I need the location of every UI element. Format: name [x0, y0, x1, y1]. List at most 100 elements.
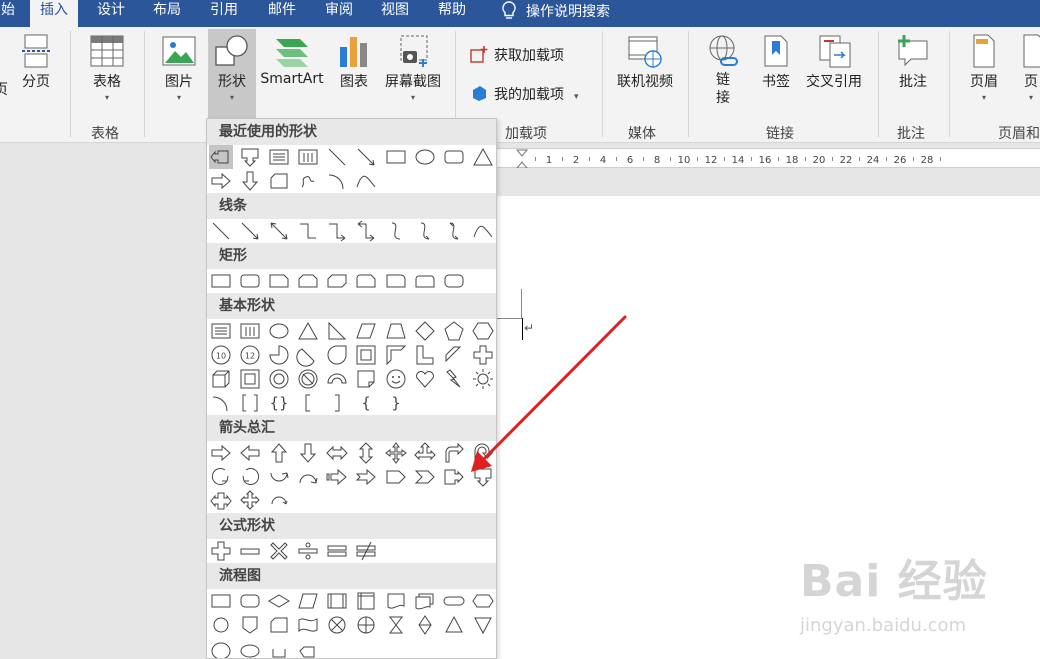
arrow-left-right-up-icon[interactable]: [413, 441, 437, 465]
arrow-curved-right-icon[interactable]: [209, 465, 233, 489]
math-equal-icon[interactable]: [325, 539, 349, 563]
snip-same-side-icon[interactable]: [296, 269, 320, 293]
flow-decision-icon[interactable]: [267, 589, 291, 613]
snip-diagonal-icon[interactable]: [325, 269, 349, 293]
chevron-icon[interactable]: [413, 465, 437, 489]
lightning-icon[interactable]: [442, 367, 466, 391]
tab-insert[interactable]: 插入: [30, 0, 78, 27]
flow-card-icon[interactable]: [267, 613, 291, 637]
left-bracket-icon[interactable]: [296, 391, 320, 415]
tab-layout[interactable]: 布局: [143, 0, 191, 27]
tab-view[interactable]: 视图: [371, 0, 419, 27]
flow-process-icon[interactable]: [209, 589, 233, 613]
page-break-button[interactable]: 分页: [18, 33, 54, 91]
snip-single-corner-icon[interactable]: [267, 269, 291, 293]
screenshot-button[interactable]: 屏幕截图 ▾: [381, 33, 445, 102]
page-button[interactable]: 页: [0, 77, 8, 99]
shape-left-arrow-callout-icon[interactable]: [209, 145, 233, 169]
math-divide-icon[interactable]: [296, 539, 320, 563]
comment-button[interactable]: 批注: [893, 33, 933, 91]
tab-home[interactable]: 始: [0, 0, 25, 27]
pentagon-icon[interactable]: [442, 319, 466, 343]
l-shape-icon[interactable]: [413, 343, 437, 367]
basic-triangle-icon[interactable]: [296, 319, 320, 343]
flow-document-icon[interactable]: [384, 589, 408, 613]
arrow-callout-right-icon[interactable]: [442, 465, 466, 489]
round-diagonal-icon[interactable]: [442, 269, 466, 293]
shape-rounded-rect-icon[interactable]: [442, 145, 466, 169]
dodecagon-icon[interactable]: 12: [238, 343, 262, 367]
curved-connector-icon[interactable]: [384, 219, 408, 243]
shape-line-icon[interactable]: [325, 145, 349, 169]
picture-button[interactable]: 图片 ▾: [158, 33, 200, 102]
arrow-callout-left-right-icon[interactable]: [209, 489, 233, 513]
chart-button[interactable]: 图表: [336, 33, 372, 91]
math-plus-icon[interactable]: [209, 539, 233, 563]
diamond-icon[interactable]: [413, 319, 437, 343]
shape-freeform-icon[interactable]: [296, 169, 320, 193]
flow-data-icon[interactable]: [296, 589, 320, 613]
cross-reference-button[interactable]: 交叉引用: [802, 33, 866, 91]
shape-rectangle-icon[interactable]: [384, 145, 408, 169]
plus-icon[interactable]: [471, 343, 495, 367]
arrow-callout-quad-icon[interactable]: [238, 489, 262, 513]
header-button[interactable]: 页眉 ▾: [963, 33, 1005, 102]
shape-vertical-textbox-icon[interactable]: [296, 145, 320, 169]
flow-predefined-icon[interactable]: [325, 589, 349, 613]
line-double-arrow-icon[interactable]: [267, 219, 291, 243]
pentagon-arrow-icon[interactable]: [384, 465, 408, 489]
rounded-rectangle-icon[interactable]: [238, 269, 262, 293]
basic-vertical-textbox-icon[interactable]: [238, 319, 262, 343]
ruler-indent-marker[interactable]: [515, 149, 529, 169]
double-bracket-icon[interactable]: [238, 391, 262, 415]
flow-or-icon[interactable]: [354, 613, 378, 637]
arrow-up-down-icon[interactable]: [354, 441, 378, 465]
diagonal-stripe-icon[interactable]: [442, 343, 466, 367]
right-brace-icon[interactable]: }: [384, 391, 408, 415]
horizontal-ruler[interactable]: 1 2 4 6 8 10 12 14 16 18 20 22 24 26 28: [497, 148, 1040, 169]
elbow-connector-icon[interactable]: [296, 219, 320, 243]
shape-arc-icon[interactable]: [325, 169, 349, 193]
tell-me-search[interactable]: 操作说明搜索: [500, 0, 610, 22]
flow-connector-icon[interactable]: [209, 613, 233, 637]
decagon-icon[interactable]: 10: [209, 343, 233, 367]
arrow-up-icon[interactable]: [267, 441, 291, 465]
bookmark-button[interactable]: 书签: [758, 33, 794, 91]
left-brace-icon[interactable]: {: [354, 391, 378, 415]
flow-alternate-icon[interactable]: [238, 589, 262, 613]
arrow-striped-right-icon[interactable]: [325, 465, 349, 489]
arrow-callout-down-icon[interactable]: [471, 465, 495, 489]
donut-icon[interactable]: [267, 367, 291, 391]
flow-extract-icon[interactable]: [442, 613, 466, 637]
bevel-icon[interactable]: [238, 367, 262, 391]
smartart-button[interactable]: SmartArt: [259, 33, 325, 87]
heart-icon[interactable]: [413, 367, 437, 391]
sun-icon[interactable]: [471, 367, 495, 391]
hexagon-icon[interactable]: [471, 319, 495, 343]
arrow-u-turn-icon[interactable]: [471, 441, 495, 465]
arrow-quad-icon[interactable]: [384, 441, 408, 465]
folded-corner-icon[interactable]: [354, 367, 378, 391]
table-button[interactable]: 表格 ▾: [86, 33, 128, 102]
flow-sort-icon[interactable]: [413, 613, 437, 637]
flow-terminator-icon[interactable]: [442, 589, 466, 613]
math-multiply-icon[interactable]: [267, 539, 291, 563]
online-video-button[interactable]: 联机视频: [613, 33, 677, 91]
curved-arrow-connector-icon[interactable]: [413, 219, 437, 243]
arrow-curved-left-icon[interactable]: [238, 465, 262, 489]
flow-summing-junction-icon[interactable]: [325, 613, 349, 637]
line-arrow-icon[interactable]: [238, 219, 262, 243]
arrow-curved-down-icon[interactable]: [296, 465, 320, 489]
frame-icon[interactable]: [354, 343, 378, 367]
line-icon[interactable]: [209, 219, 233, 243]
flow-magnetic-disk-icon[interactable]: [238, 637, 262, 658]
shape-right-arrow-icon[interactable]: [209, 169, 233, 193]
block-arc-icon[interactable]: [325, 367, 349, 391]
get-addins-button[interactable]: 获取加载项: [470, 45, 564, 65]
arrow-left-icon[interactable]: [238, 441, 262, 465]
curved-double-arrow-icon[interactable]: [442, 219, 466, 243]
tab-review[interactable]: 审阅: [315, 0, 363, 27]
arrow-bent-icon[interactable]: [442, 441, 466, 465]
shape-curve-icon[interactable]: [354, 169, 378, 193]
half-frame-icon[interactable]: [384, 343, 408, 367]
